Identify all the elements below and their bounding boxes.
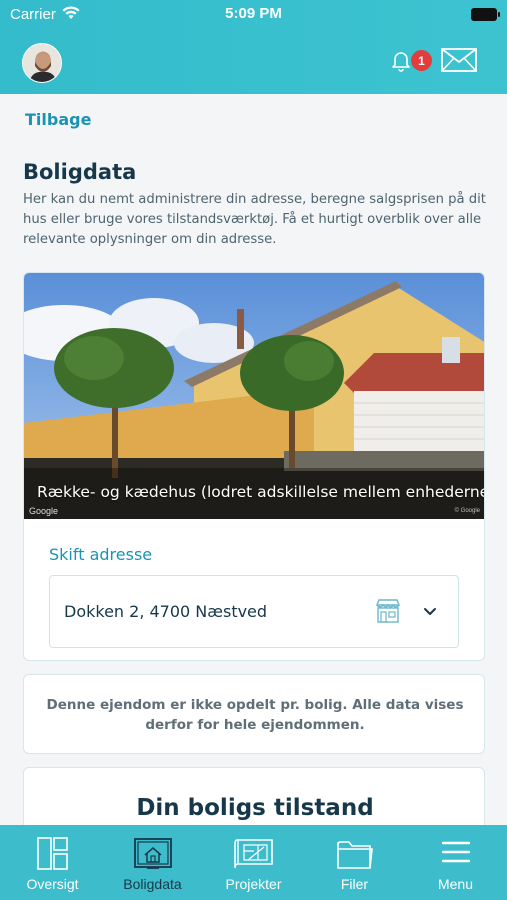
chevron-down-icon[interactable] [422,604,438,620]
tab-menu[interactable]: Menu [405,825,506,900]
house-data-icon [134,838,172,869]
notice-card: Denne ejendom er ikke opdelt pr. bolig. … [23,674,485,754]
clock: 5:09 PM [225,5,282,22]
bell-icon[interactable] [389,48,413,72]
bottom-tab-bar: Oversigt Boligdata Projekter Filer Menu [0,825,507,900]
condition-title: Din boligs tilstand [136,795,374,821]
tab-label-projekter: Projekter [225,876,282,892]
tab-projekter[interactable]: Projekter [203,825,304,900]
status-bar: Carrier 5:09 PM [0,0,507,30]
tab-label-filer: Filer [340,876,369,892]
tab-label-oversigt: Oversigt [26,876,79,892]
blueprint-icon [234,839,273,869]
tab-label-boligdata: Boligdata [123,876,182,892]
property-type-caption: Række- og kædehus (lodret adskillelse me… [37,483,485,501]
battery-icon [471,8,500,21]
google-logo: Google [29,506,59,516]
avatar[interactable] [22,43,62,83]
notification-badge: 1 [411,50,432,71]
back-link[interactable]: Tilbage [25,110,91,129]
change-address-label: Skift adresse [49,545,153,564]
main-content[interactable]: Tilbage Boligdata Her kan du nemt admini… [0,94,507,825]
tab-label-menu: Menu [437,876,474,892]
overview-icon [37,837,68,870]
tab-oversigt[interactable]: Oversigt [2,825,103,900]
condition-card[interactable]: Din boligs tilstand [23,767,485,825]
address-select[interactable]: Dokken 2, 4700 Næstved [49,575,459,648]
photo-copyright: © Google [454,508,480,514]
hamburger-icon [442,841,470,863]
app-header: Carrier 5:09 PM 1 [0,0,507,94]
property-card: Række- og kædehus (lodret adskillelse me… [23,272,485,661]
address-value: Dokken 2, 4700 Næstved [64,602,268,621]
avatar-image [23,44,61,82]
storefront-icon [375,599,401,623]
mail-icon[interactable] [441,48,477,72]
property-photo: Række- og kædehus (lodret adskillelse me… [24,273,485,519]
tab-filer[interactable]: Filer [304,825,405,900]
folder-icon [337,841,373,869]
page-intro: Her kan du nemt administrere din adresse… [23,192,486,247]
tab-boligdata[interactable]: Boligdata [102,825,203,900]
notice-text: Denne ejendom er ikke opdelt pr. bolig. … [46,697,464,733]
page-title: Boligdata [23,160,137,184]
